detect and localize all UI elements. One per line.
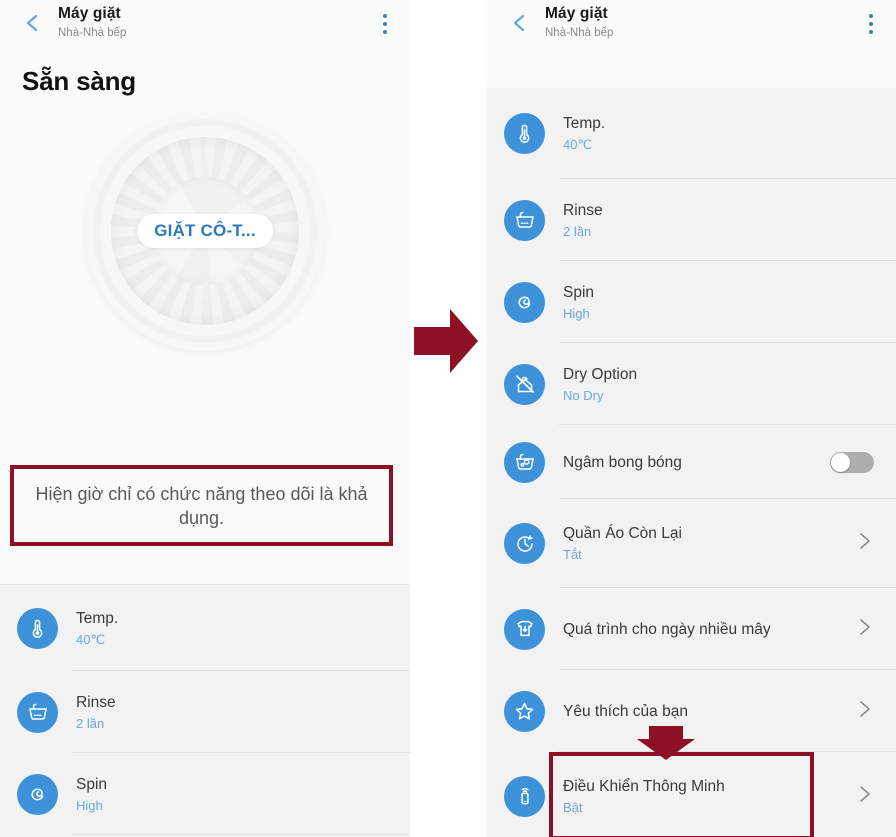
list-item[interactable]: Dry Option No Dry [487,343,896,425]
notice-text: Hiện giờ chỉ có chức năng theo dõi là kh… [35,483,368,528]
header-titles: Máy giặt Nhà-Nhà bếp [58,4,126,41]
row-value: Tắt [563,547,582,562]
row-title: Quá trình cho ngày nhiều mây [563,620,771,638]
row-title: Quần Áo Còn Lại [563,525,682,542]
washer-drum-icon[interactable]: GIẶT CÔ-T... [85,111,325,351]
list-item-smart-control[interactable]: Điều Khiển Thông Minh Bật [487,752,896,837]
row-title: Temp. [563,115,606,132]
list-item[interactable]: Temp. 40℃ [487,88,896,179]
star-icon [504,690,545,732]
row-value: Bật [563,799,583,815]
row-title: Spin [76,775,108,793]
app-header-left: Máy giặt Nhà-Nhà bếp [0,0,410,58]
chevron-right-icon[interactable] [856,698,874,725]
right-phone-panel: Máy giặt Nhà-Nhà bếp Temp. 40℃ Rinse 2 l… [487,0,896,837]
row-title: Spin [563,283,595,301]
monitoring-only-notice: Hiện giờ chỉ có chức năng theo dõi là kh… [10,465,393,546]
chevron-right-icon[interactable] [856,530,874,557]
list-item[interactable]: Spin High [487,261,896,343]
row-title: Yêu thích của bạn [563,702,688,720]
rinse-basin-icon [504,199,545,241]
bubble-soak-toggle[interactable] [830,451,874,473]
list-item[interactable]: Quá trình cho ngày nhiều mây [487,588,896,670]
chevron-right-icon[interactable] [856,783,874,810]
table-row[interactable]: Temp. 40℃ [0,585,410,671]
table-row[interactable]: Spin High [0,753,410,835]
row-title: Temp. [76,609,119,627]
tshirt-down-arrow-icon [504,608,545,650]
remote-control-icon [504,775,545,817]
bubble-soak-icon [504,441,545,483]
row-title: Rinse [76,693,116,711]
row-value: High [76,797,103,813]
row-title: Dry Option [563,365,638,383]
list-item[interactable]: Ngâm bong bóng [487,425,896,499]
selected-course-label[interactable]: GIẶT CÔ-T... [137,214,273,248]
row-value: 2 lần [76,715,105,731]
row-value: 40℃ [76,631,106,647]
page-title: Máy giặt [58,5,121,22]
left-settings-list: Temp. 40℃ Rinse 2 lần Spin High [0,584,410,837]
row-value: High [563,305,590,321]
device-status: Sẵn sàng [0,58,410,97]
arrow-right-icon [412,305,480,377]
header-titles: Máy giặt Nhà-Nhà bếp [545,4,613,41]
page-title: Máy giặt [545,5,608,22]
breadcrumb: Nhà-Nhà bếp [58,27,127,39]
kebab-menu-icon[interactable] [869,14,874,38]
app-header-right: Máy giặt Nhà-Nhà bếp [487,0,896,80]
screenshot-stage: Máy giặt Nhà-Nhà bếp Sẵn sàng GIẶT CÔ-T.… [0,0,896,837]
no-dry-icon [504,363,545,405]
clock-icon [504,523,545,564]
row-value: 40℃ [563,137,593,152]
list-item[interactable]: Quần Áo Còn Lại Tắt [487,499,896,588]
row-title: Điều Khiển Thông Minh [563,777,725,795]
kebab-menu-icon[interactable] [383,14,388,38]
thermometer-icon [17,607,58,649]
spin-spiral-icon [504,281,545,323]
thermometer-icon [504,113,545,154]
chevron-right-icon[interactable] [856,616,874,643]
arrow-down-icon [635,725,697,761]
row-value: 2 lần [563,223,592,239]
left-phone-panel: Máy giặt Nhà-Nhà bếp Sẵn sàng GIẶT CÔ-T.… [0,0,410,837]
table-row[interactable]: Rinse 2 lần [0,671,410,753]
row-title: Ngâm bong bóng [563,453,682,471]
washer-dial-area: GIẶT CÔ-T... [0,97,410,427]
breadcrumb: Nhà-Nhà bếp [545,27,614,39]
row-title: Rinse [563,201,603,219]
chevron-left-icon[interactable] [22,12,44,34]
row-value: No Dry [563,387,604,403]
rinse-basin-icon [17,691,58,733]
list-item[interactable]: Rinse 2 lần [487,179,896,261]
chevron-left-icon[interactable] [509,12,531,34]
spin-spiral-icon [17,773,58,815]
